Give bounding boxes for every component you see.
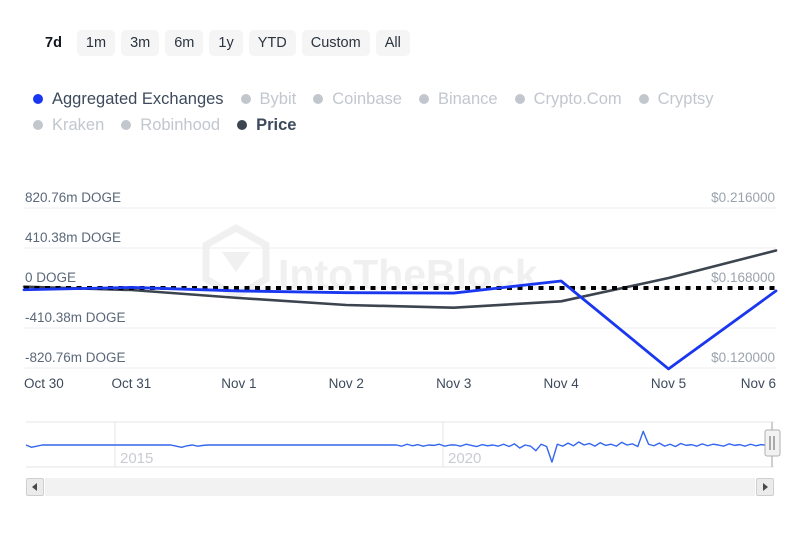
y-tick-left-1: 410.38m DOGE [25,230,121,245]
navigator-scrollbar[interactable] [26,478,774,496]
legend-label: Aggregated Exchanges [52,86,224,112]
legend-label: Coinbase [332,86,402,112]
range-button-all[interactable]: All [376,30,410,57]
legend-dot-icon [313,94,323,104]
range-button-1y[interactable]: 1y [209,30,242,57]
legend-item-binance[interactable]: Binance [419,86,498,112]
right-arrow-icon [761,483,769,491]
chart-svg: IntoTheBlock 820.76m DOGE 410.38m DOGE 0… [0,160,800,395]
scroll-track[interactable] [45,478,755,496]
scroll-right-button[interactable] [756,478,774,496]
legend-label: Cryptsy [658,86,714,112]
navigator-year-2020: 2020 [448,450,481,467]
chart-legend: Aggregated Exchanges Bybit Coinbase Binance… [33,86,773,138]
watermark-text: IntoTheBlock [278,251,538,297]
legend-item-price[interactable]: Price [237,112,296,138]
x-tick-0: Oct 30 [24,376,64,391]
legend-item-robinhood[interactable]: Robinhood [121,112,220,138]
legend-dot-icon [639,94,649,104]
price-flow-chart: IntoTheBlock 820.76m DOGE 410.38m DOGE 0… [0,160,800,395]
y-axis-right-labels: $0.216000 $0.168000 $0.120000 [711,190,775,365]
legend-item-crypto-com[interactable]: Crypto.Com [515,86,622,112]
x-tick-4: Nov 3 [436,376,471,391]
legend-dot-icon [237,120,247,130]
range-button-6m[interactable]: 6m [165,30,203,57]
scroll-left-button[interactable] [26,478,44,496]
x-tick-7: Nov 6 [741,376,776,391]
y-axis-left-labels: 820.76m DOGE 410.38m DOGE 0 DOGE -410.38… [25,190,126,365]
legend-dot-icon [419,94,429,104]
navigator-right-handle[interactable] [765,430,780,456]
y-tick-right-0: $0.216000 [711,190,775,205]
legend-item-kraken[interactable]: Kraken [33,112,104,138]
x-tick-6: Nov 5 [651,376,686,391]
y-tick-right-2: $0.120000 [711,350,775,365]
legend-label: Price [256,112,296,138]
range-button-custom[interactable]: Custom [302,30,370,57]
left-arrow-icon [31,483,39,491]
y-tick-right-1: $0.168000 [711,270,775,285]
aggregated-exchanges-series-line [24,281,776,369]
legend-label: Bybit [260,86,297,112]
range-button-ytd[interactable]: YTD [249,30,296,57]
legend-label: Binance [438,86,498,112]
legend-dot-icon [515,94,525,104]
range-button-3m[interactable]: 3m [121,30,159,57]
x-tick-1: Oct 31 [112,376,152,391]
navigator-year-2015: 2015 [120,450,153,467]
navigator-svg: 2015 2020 [0,404,800,472]
y-tick-left-0: 820.76m DOGE [25,190,121,205]
legend-item-cryptsy[interactable]: Cryptsy [639,86,714,112]
legend-label: Kraken [52,112,104,138]
legend-dot-icon [33,120,43,130]
legend-item-coinbase[interactable]: Coinbase [313,86,402,112]
range-button-7d[interactable]: 7d [36,30,71,57]
legend-dot-icon [121,120,131,130]
x-tick-2: Nov 1 [221,376,256,391]
legend-item-bybit[interactable]: Bybit [241,86,297,112]
range-selector: 7d1m3m6m1y YTDCustomAll [0,26,800,60]
y-tick-left-3: -410.38m DOGE [25,310,126,325]
range-button-1m[interactable]: 1m [77,30,115,57]
x-tick-3: Nov 2 [329,376,364,391]
legend-label: Robinhood [140,112,220,138]
legend-dot-icon [33,94,43,104]
y-tick-left-4: -820.76m DOGE [25,350,126,365]
watermark-inner-icon [222,252,250,272]
legend-item-aggregated-exchanges[interactable]: Aggregated Exchanges [33,86,224,112]
x-tick-5: Nov 4 [544,376,580,391]
range-navigator[interactable]: 2015 2020 [0,404,800,472]
x-axis-labels: Oct 30 Oct 31 Nov 1 Nov 2 Nov 3 Nov 4 Nov 5 Nov… [24,376,776,391]
legend-dot-icon [241,94,251,104]
legend-label: Crypto.Com [534,86,622,112]
handle-body[interactable] [765,430,780,456]
y-tick-left-2: 0 DOGE [25,270,76,285]
